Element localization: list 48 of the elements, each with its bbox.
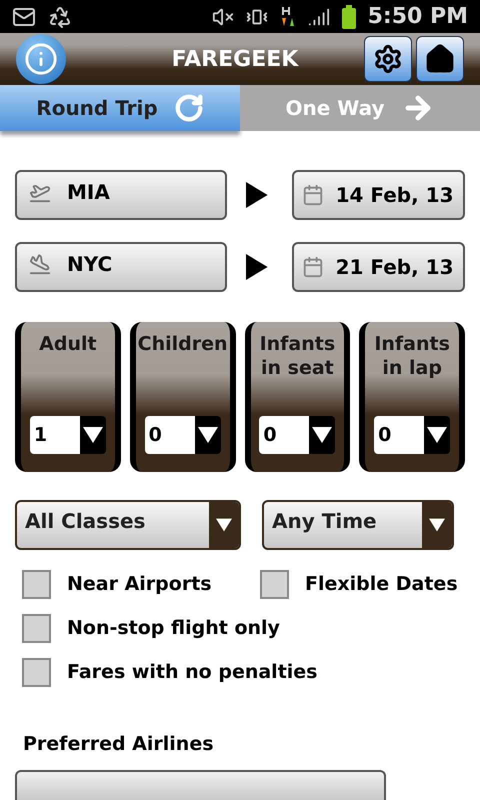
play-arrow-icon xyxy=(246,254,268,280)
info-icon xyxy=(24,42,58,76)
select-dropdown[interactable]: Any Time xyxy=(262,500,454,550)
count-dropdown[interactable]: 0 xyxy=(374,416,450,454)
trip-type-tab[interactable]: Round Trip xyxy=(0,85,240,130)
option-label: Non-stop flight only xyxy=(67,616,280,642)
checkbox[interactable] xyxy=(260,570,289,599)
count-dropdown[interactable]: 0 xyxy=(144,416,221,454)
play-arrow-icon xyxy=(246,182,268,208)
select-dropdown[interactable]: All Classes xyxy=(15,500,241,550)
checkbox[interactable] xyxy=(22,658,51,687)
count-dropdown[interactable]: 0 xyxy=(259,416,336,454)
home-icon xyxy=(424,43,456,76)
dropdown-arrow-icon xyxy=(216,518,232,532)
calendar-icon xyxy=(302,184,324,206)
plane-landing-icon xyxy=(29,252,51,274)
checkbox[interactable] xyxy=(22,614,51,643)
option-label: Near Airports xyxy=(67,572,212,598)
dropdown-arrow-icon xyxy=(82,426,103,442)
refresh-icon xyxy=(174,92,204,123)
dropdown-arrow-icon xyxy=(429,518,445,532)
calendar-icon xyxy=(302,256,324,278)
dropdown-arrow-icon xyxy=(427,426,448,442)
home-button[interactable] xyxy=(416,36,464,82)
option-label: Flexible Dates xyxy=(305,572,458,598)
date-field[interactable]: 21 Feb, 13 xyxy=(292,242,465,292)
date-field[interactable]: 14 Feb, 13 xyxy=(292,170,465,220)
dropdown-arrow-icon xyxy=(198,426,218,442)
passenger-label: Adult xyxy=(39,332,97,356)
recycle-icon xyxy=(48,4,72,28)
airline-field[interactable] xyxy=(15,770,386,800)
settings-button[interactable] xyxy=(364,36,412,82)
clock: 5:50 PM xyxy=(368,3,468,31)
settings-icon xyxy=(373,44,403,74)
battery-icon xyxy=(342,4,356,28)
passenger-label: Infants in seat xyxy=(258,332,336,380)
dropdown-arrow-icon xyxy=(312,426,332,442)
airport-field[interactable]: NYC xyxy=(15,242,227,292)
section-label: Preferred Airlines xyxy=(22,732,215,756)
app-title: FAREGEEK xyxy=(170,46,300,74)
info-button[interactable] xyxy=(16,34,66,84)
data-arrows-icon xyxy=(280,6,296,28)
passenger-label: Infants in lap xyxy=(373,332,451,380)
checkbox[interactable] xyxy=(22,570,51,599)
count-dropdown[interactable]: 1 xyxy=(30,416,106,454)
airport-field[interactable]: MIA xyxy=(15,170,227,220)
passenger-label: Children xyxy=(138,332,228,356)
option-label: Fares with no penalties xyxy=(67,660,318,686)
